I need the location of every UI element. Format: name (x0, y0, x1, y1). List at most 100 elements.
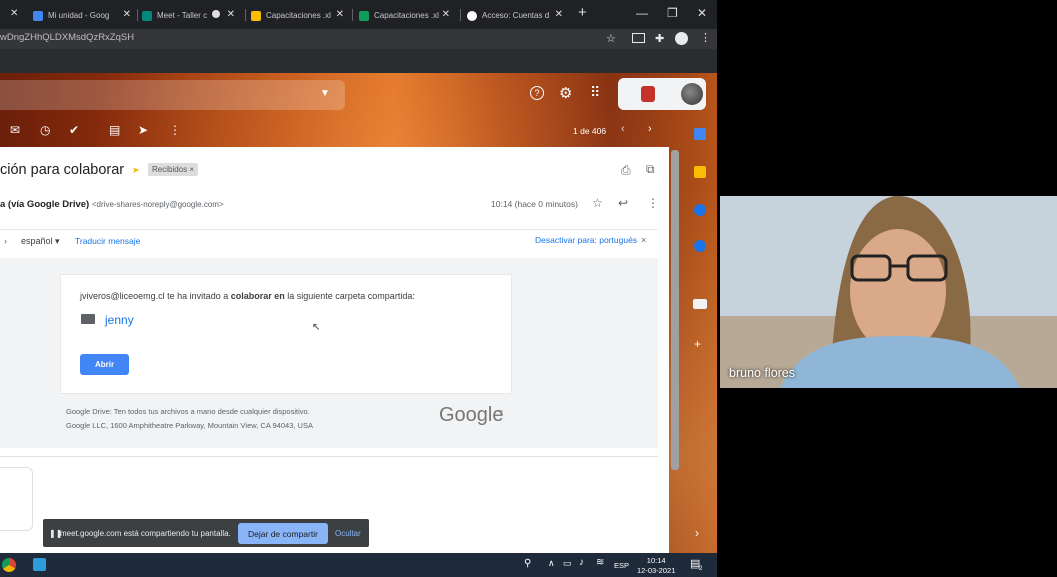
keep-icon[interactable] (694, 166, 706, 178)
chevron-right-icon: › (4, 236, 7, 246)
maximize-icon[interactable]: ❐ (667, 6, 678, 20)
divider (0, 456, 658, 457)
disable-translate-link[interactable]: Desactivar para: portugués (535, 235, 637, 245)
clock-date: 12-03-2021 (637, 566, 676, 575)
recording-icon (212, 10, 220, 18)
google-logo: Google (439, 404, 504, 426)
tab-label: Mi unidad - Goog (48, 11, 110, 20)
print-icon[interactable]: ⎙ (621, 163, 631, 178)
wifi-icon[interactable]: ≋ (596, 557, 604, 568)
email-subject: ción para colaborar (0, 162, 125, 178)
tab-close-icon[interactable]: ✕ (227, 9, 235, 20)
school-logo-icon (641, 86, 655, 102)
participant-video[interactable] (720, 196, 1057, 388)
apps-grid-icon[interactable]: ⠿ (590, 84, 600, 101)
avatar[interactable] (681, 83, 703, 105)
expand-panel-icon[interactable]: › (695, 526, 699, 540)
folder-icon (81, 314, 95, 324)
tray-chevron-icon[interactable]: ∧ (548, 558, 555, 569)
invite-text: jviveros@liceoemg.cl te ha invitado a co… (80, 291, 415, 301)
tab-label: Acceso: Cuentas d (482, 11, 550, 20)
volume-icon[interactable]: ♪ (579, 557, 584, 568)
search-bar[interactable]: ▼ (0, 80, 345, 110)
share-message: meet.google.com está compartiendo tu pan… (60, 529, 231, 538)
new-tab-button[interactable]: + (578, 4, 587, 21)
help-icon[interactable]: ? (530, 86, 544, 100)
language-select[interactable]: español ▾ (21, 236, 60, 247)
trademark-mark: ™ (497, 410, 503, 416)
sender-name: a (vía Google Drive) (0, 199, 90, 210)
tasks-icon[interactable] (694, 204, 706, 216)
settings-gear-icon[interactable]: ⚙ (559, 84, 572, 102)
prev-email-icon[interactable]: ‹ (621, 123, 625, 135)
calendar-icon[interactable] (694, 128, 706, 140)
email-more-icon[interactable]: ⋮ (647, 196, 659, 210)
mouse-cursor-icon: ↖ (312, 322, 321, 333)
tab-acceso-cuentas[interactable]: Acceso: Cuentas d ✕ (467, 5, 565, 26)
profile-icon[interactable] (675, 32, 688, 45)
shared-folder-link[interactable]: jenny (105, 313, 134, 327)
inbox-label-chip[interactable]: Recibidos × (148, 163, 199, 176)
reply-box[interactable] (0, 467, 33, 531)
tab-capacitaciones-2[interactable]: Capacitaciones .xl ✕ (359, 5, 452, 26)
important-marker-icon[interactable]: ➤ (132, 165, 140, 176)
participant-name: bruno flores (729, 366, 796, 380)
add-addon-icon[interactable]: + (694, 337, 701, 351)
sender-line: a (vía Google Drive) <drive-shares-norep… (0, 199, 224, 210)
cast-icon[interactable] (632, 33, 645, 43)
system-clock[interactable]: 10:14 12-03-2021 (637, 556, 675, 576)
invite-prefix: jviveros@liceoemg.cl te ha invitado a (80, 291, 231, 301)
tab-meet[interactable]: Meet - Taller c ✕ (142, 5, 237, 26)
address-bar[interactable]: wDngZHhQLDXMsdQzRxZqSH ☆ ✚ ⋮ (0, 29, 717, 49)
close-icon[interactable]: ✕ (10, 8, 18, 19)
addon-icon[interactable] (693, 299, 707, 309)
tab-mi-unidad[interactable]: Mi unidad - Goog ✕ (33, 5, 133, 26)
battery-icon[interactable]: ▭ (563, 558, 572, 569)
tab-close-icon[interactable]: ✕ (555, 9, 563, 20)
bookmarks-bar (0, 49, 717, 73)
url-text[interactable]: wDngZHhQLDXMsdQzRxZqSH (0, 32, 134, 43)
stop-sharing-button[interactable]: Dejar de compartir (238, 523, 328, 544)
more-menu-icon[interactable]: ⋮ (700, 31, 711, 44)
people-icon[interactable]: ⚲ (524, 558, 531, 569)
snooze-clock-icon[interactable]: ◷ (40, 123, 50, 137)
chrome-icon[interactable] (2, 558, 16, 572)
browser-tab-strip: ✕ Mi unidad - Goog ✕ Meet - Taller c ✕ C… (0, 0, 717, 29)
more-actions-icon[interactable]: ⋮ (169, 123, 181, 137)
search-options-icon[interactable]: ▼ (320, 88, 330, 99)
extensions-icon[interactable]: ✚ (655, 32, 664, 45)
tab-close-icon[interactable]: ✕ (336, 9, 344, 20)
open-new-window-icon[interactable]: ⧉ (646, 162, 655, 177)
window-close-icon[interactable]: ✕ (697, 6, 707, 20)
contacts-icon[interactable] (694, 240, 706, 252)
scrollbar[interactable] (671, 150, 679, 470)
minimize-icon[interactable]: — (636, 6, 648, 20)
tab-close-icon[interactable]: ✕ (442, 9, 450, 20)
label-icon[interactable]: ➤ (138, 123, 148, 137)
move-to-folder-icon[interactable]: ▤ (109, 123, 120, 137)
tab-label: Capacitaciones .xl (266, 11, 331, 20)
bookmark-star-icon[interactable]: ☆ (606, 32, 616, 45)
hide-button[interactable]: Ocultar (335, 529, 361, 538)
notification-count: 2 (699, 566, 703, 572)
account-switcher[interactable] (618, 78, 706, 110)
star-icon[interactable]: ☆ (592, 196, 603, 210)
next-email-icon[interactable]: › (648, 123, 652, 135)
reply-icon[interactable]: ↩ (618, 196, 628, 210)
taskbar: ⚲ ∧ ▭ ♪ ≋ ESP ▤ 2 (0, 553, 717, 577)
add-task-icon[interactable]: ✔ (69, 123, 79, 137)
open-button[interactable]: Abrir (80, 354, 129, 375)
invite-bold: colaborar en (230, 291, 285, 301)
close-translate-icon[interactable]: × (641, 235, 646, 245)
mark-unread-icon[interactable]: ✉ (10, 123, 20, 137)
app-icon[interactable] (33, 558, 46, 571)
google-meet-icon (142, 10, 152, 21)
translate-link[interactable]: Traducir mensaje (75, 236, 140, 246)
invite-suffix: la siguiente carpeta compartida: (284, 291, 415, 301)
footer-line-1: Google Drive: Ten todos tus archivos a m… (66, 407, 310, 416)
google-icon (467, 10, 477, 21)
input-language[interactable]: ESP (614, 561, 629, 570)
tab-close-icon[interactable]: ✕ (123, 9, 131, 20)
tab-capacitaciones-1[interactable]: Capacitaciones .xl ✕ (251, 5, 346, 26)
google-drive-icon (33, 10, 43, 21)
